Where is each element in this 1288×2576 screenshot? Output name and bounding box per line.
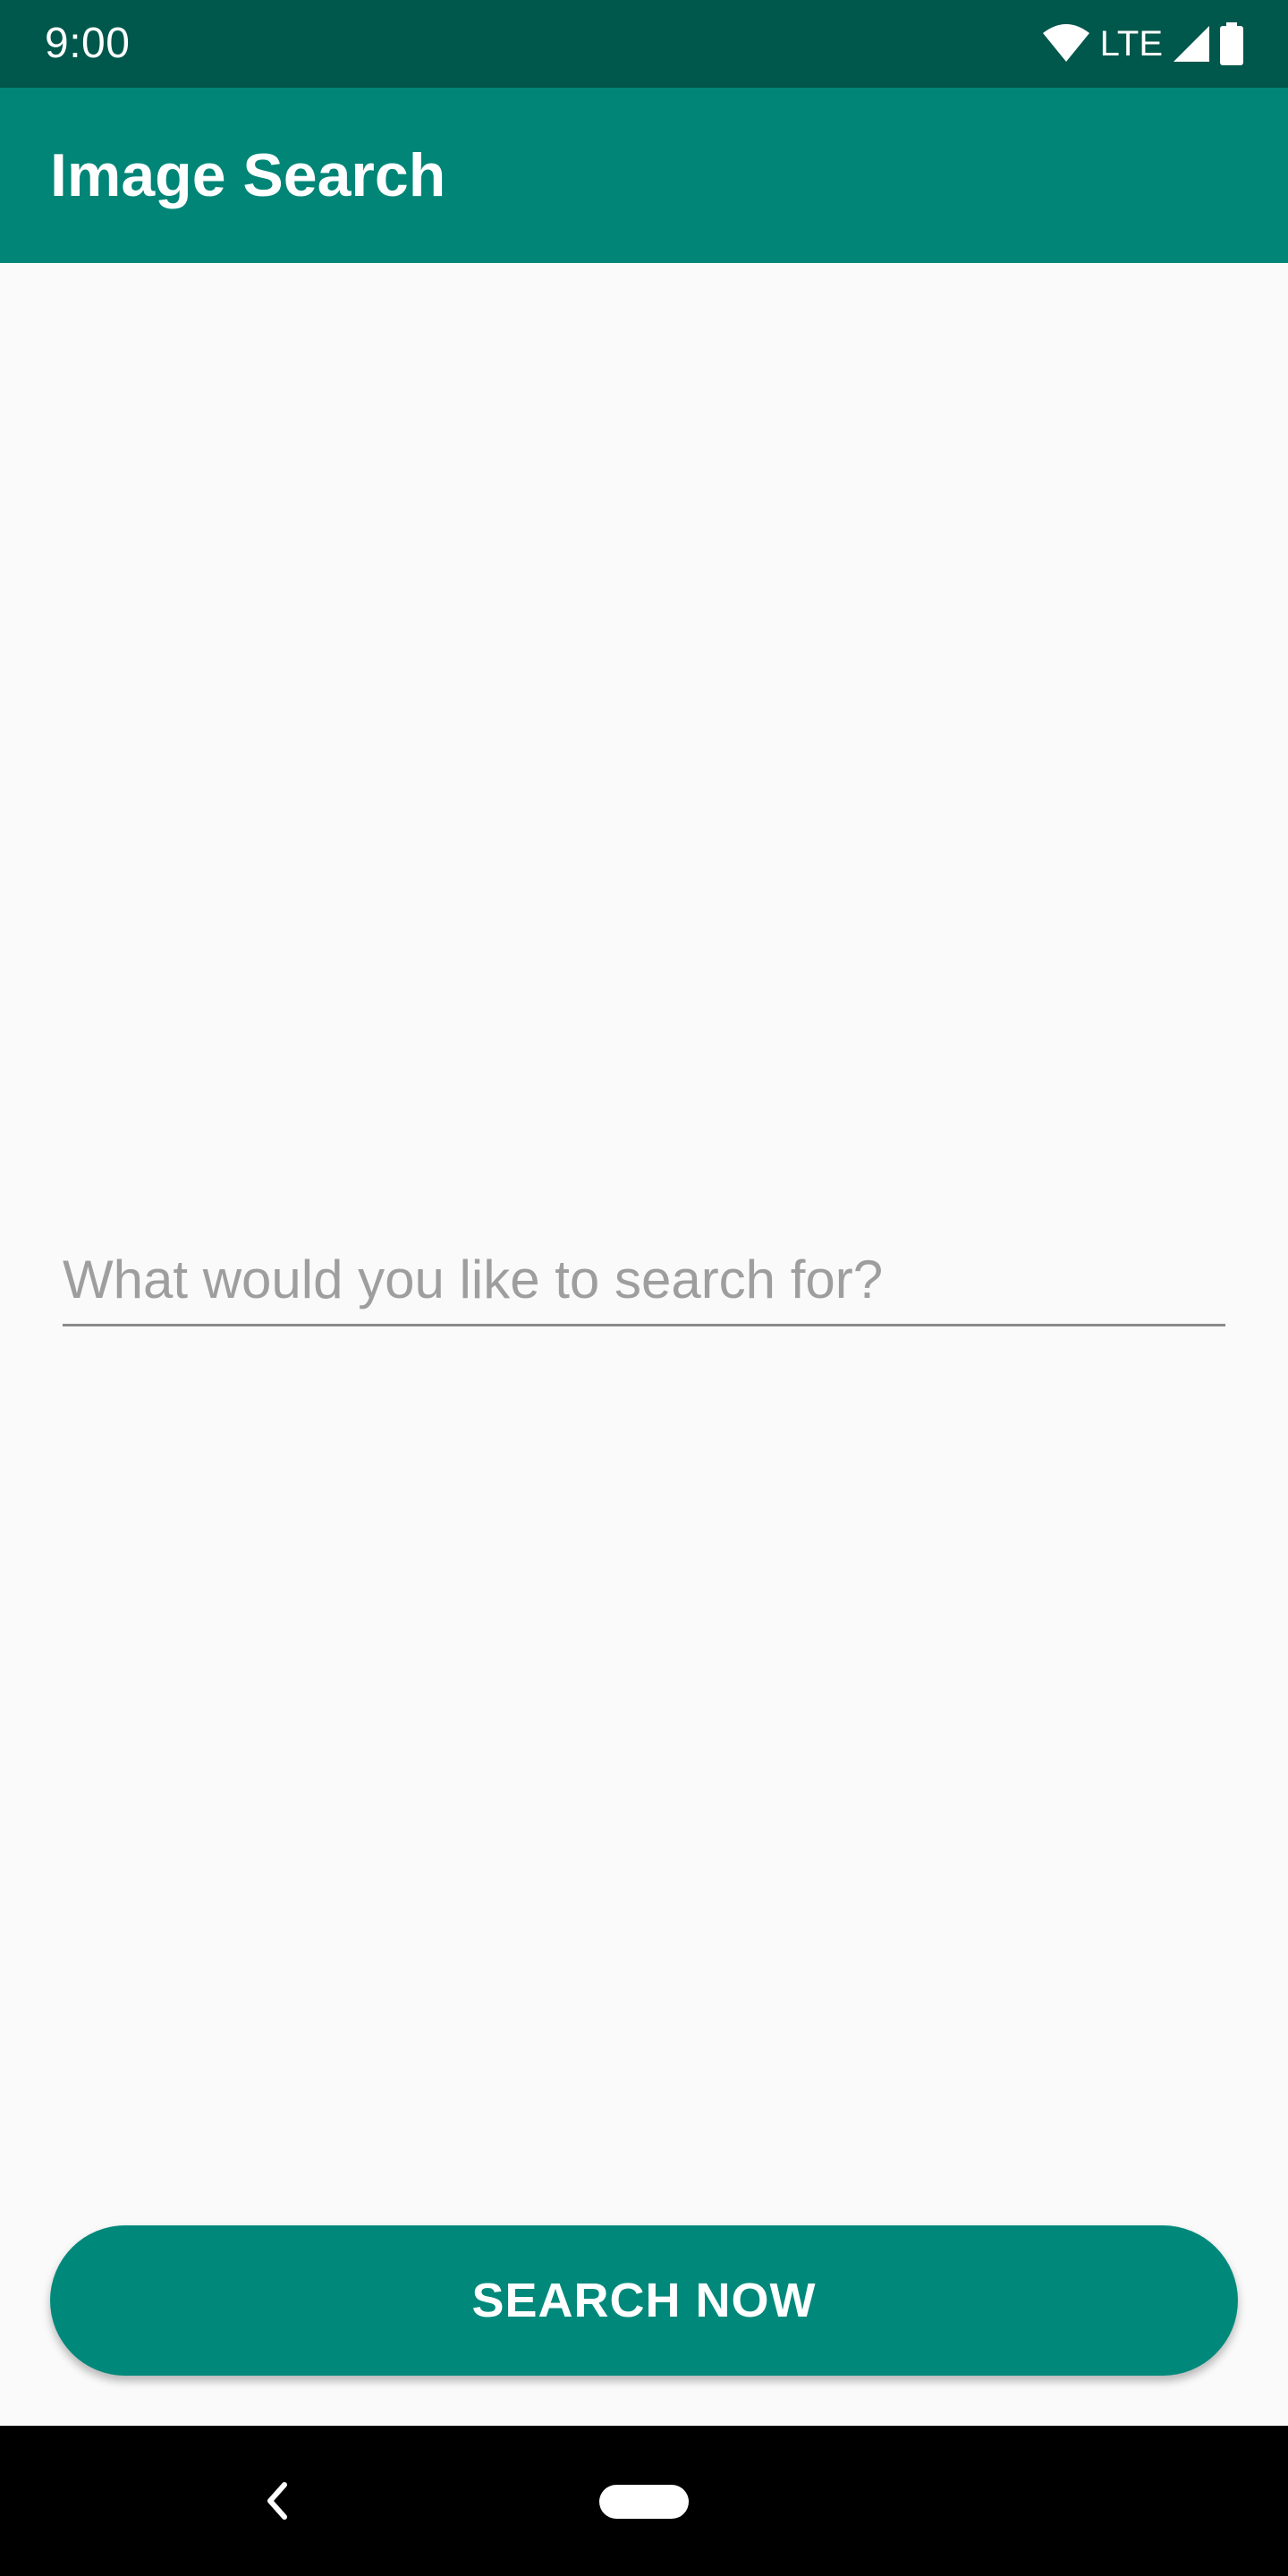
battery-icon [1220,22,1243,65]
app-bar: Image Search [0,88,1288,263]
search-now-button[interactable]: SEARCH NOW [50,2225,1238,2376]
search-input[interactable] [63,1234,1225,1326]
status-icons: LTE [1042,0,1245,88]
page-title: Image Search [50,141,446,209]
main-content [0,263,1288,2426]
status-time: 9:00 [45,20,131,67]
status-bar: 9:00 LTE [0,0,1288,88]
network-type-label: LTE [1099,23,1163,64]
wifi-icon [1042,24,1089,62]
home-pill-icon[interactable] [599,2485,689,2519]
back-icon[interactable] [259,2465,295,2537]
signal-icon [1174,26,1209,62]
